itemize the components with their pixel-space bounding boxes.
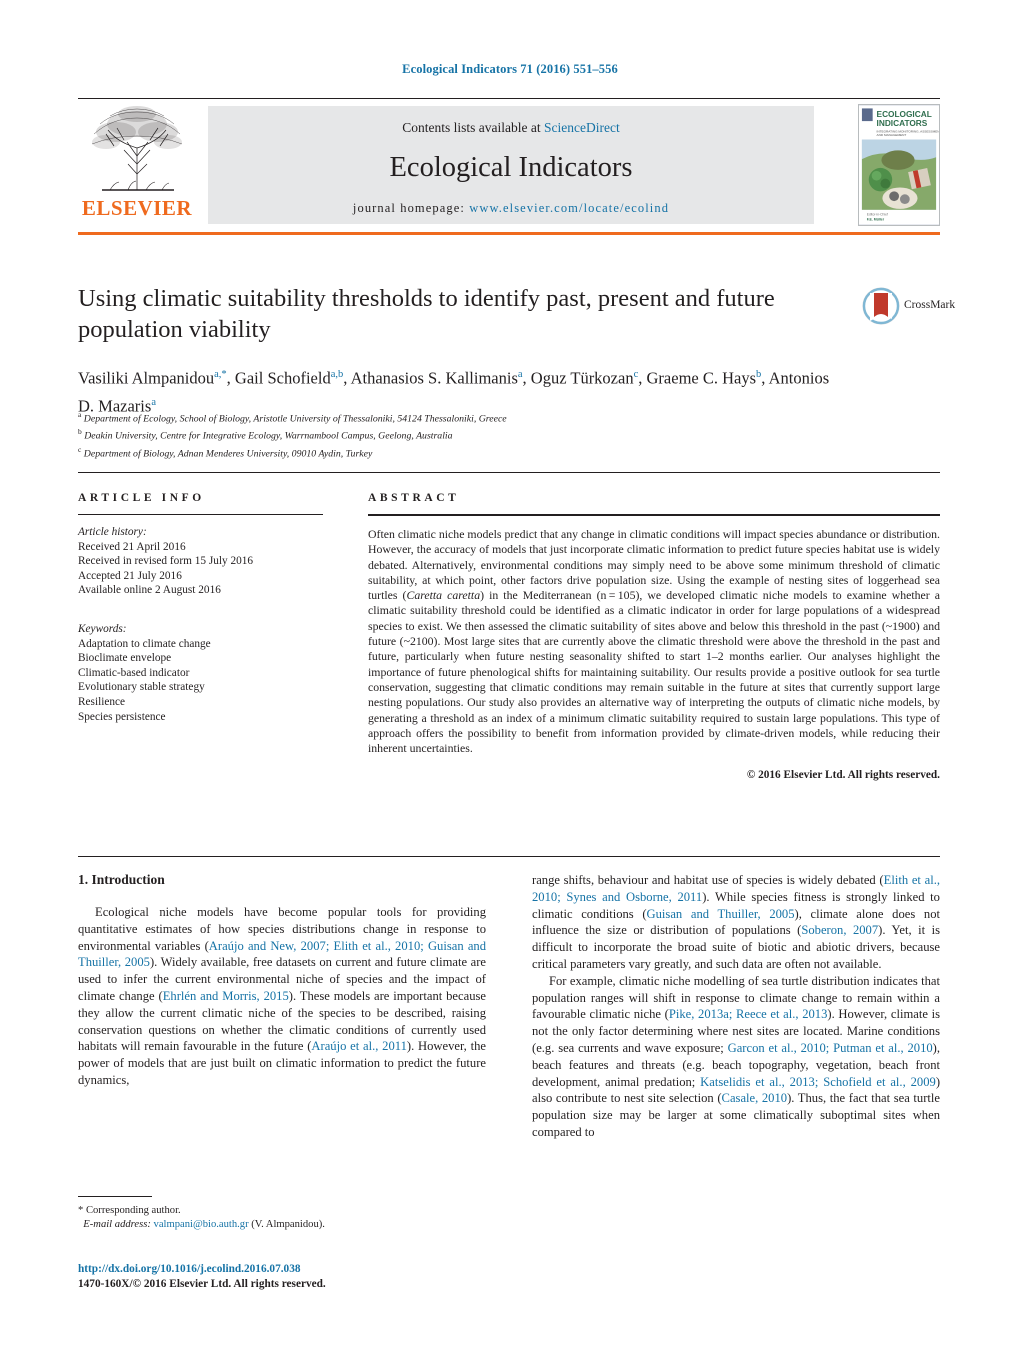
history-item: Available online 2 August 2016: [78, 584, 221, 597]
journal-homepage-line: journal homepage: www.elsevier.com/locat…: [208, 201, 814, 216]
journal-masthead: ELSEVIER Contents lists available at Sci…: [78, 104, 940, 226]
abstract-column: ABSTRACT Often climatic niche models pre…: [368, 492, 940, 781]
info-top-rule: [78, 472, 940, 473]
section-heading-introduction: 1. Introduction: [78, 872, 165, 887]
keyword-item: Resilience: [78, 695, 126, 708]
keyword-item: Evolutionary stable strategy: [78, 681, 205, 694]
doi-link[interactable]: http://dx.doi.org/10.1016/j.ecolind.2016…: [78, 1262, 578, 1277]
elsevier-logo: ELSEVIER: [78, 104, 196, 226]
article-info-column: ARTICLE INFO Article history: Received 2…: [78, 492, 323, 724]
homepage-prefix: journal homepage:: [352, 201, 470, 215]
svg-text:INDICATORS: INDICATORS: [877, 118, 928, 128]
page-title: Using climatic suitability thresholds to…: [78, 285, 775, 343]
intro-paragraph-2: range shifts, behaviour and habitat use …: [532, 873, 940, 971]
svg-text:Editor-in-Chief: Editor-in-Chief: [867, 213, 888, 217]
svg-text:AND MANAGEMENT: AND MANAGEMENT: [877, 133, 907, 137]
affiliation-list: a Department of Ecology, School of Biolo…: [78, 408, 778, 460]
keyword-item: Climatic-based indicator: [78, 666, 190, 679]
footnote-separator: [78, 1196, 152, 1197]
sciencedirect-link[interactable]: ScienceDirect: [544, 120, 620, 135]
affiliation-text: Deakin University, Centre for Integrativ…: [84, 430, 453, 442]
affiliation-item: a Department of Ecology, School of Biolo…: [78, 408, 778, 425]
article-history-label: Article history:: [78, 526, 147, 538]
crossmark-label: CrossMark: [904, 299, 956, 311]
footer-identifiers: http://dx.doi.org/10.1016/j.ecolind.2016…: [78, 1262, 578, 1292]
elsevier-tree-icon: [91, 106, 183, 191]
body-top-rule: [78, 856, 940, 857]
elsevier-wordmark: ELSEVIER: [81, 196, 193, 220]
affiliation-item: c Department of Biology, Adnan Menderes …: [78, 443, 778, 460]
keyword-item: Species persistence: [78, 710, 166, 723]
body-left-column: 1. Introduction Ecological niche models …: [78, 872, 486, 1089]
keyword-item: Adaptation to climate change: [78, 637, 211, 650]
corresponding-author-footnote: * Corresponding author. E-mail address: …: [78, 1196, 486, 1232]
abstract-heading: ABSTRACT: [368, 492, 460, 504]
masthead-center-panel: Contents lists available at ScienceDirec…: [208, 106, 814, 224]
affiliation-marker: b: [78, 427, 82, 437]
contents-available-line: Contents lists available at ScienceDirec…: [208, 120, 814, 136]
crossmark-icon[interactable]: [862, 287, 900, 325]
svg-text:F.E. Müller: F.E. Müller: [867, 218, 885, 222]
email-label: E-mail address:: [83, 1219, 151, 1230]
journal-homepage-link[interactable]: www.elsevier.com/locate/ecolind: [469, 201, 669, 215]
running-head: Ecological Indicators 71 (2016) 551–556: [402, 62, 618, 76]
history-item: Received in revised form 15 July 2016: [78, 555, 254, 568]
contents-prefix: Contents lists available at: [402, 120, 544, 135]
history-item: Received 21 April 2016: [78, 540, 186, 553]
corresponding-author-line: * Corresponding author.: [78, 1205, 181, 1216]
article-history: Article history: Received 21 April 2016 …: [78, 525, 323, 598]
title-block: Using climatic suitability thresholds to…: [78, 283, 838, 418]
paper-page: Ecological Indicators 71 (2016) 551–556: [0, 0, 1020, 1351]
email-line: E-mail address: valmpani@bio.auth.gr (V.…: [78, 1218, 486, 1232]
body-right-column: range shifts, behaviour and habitat use …: [532, 872, 940, 1141]
article-info-heading: ARTICLE INFO: [78, 492, 205, 504]
journal-cover-image: ECOLOGICAL INDICATORS INTEGRATING MONITO…: [859, 105, 939, 225]
affiliation-text: Department of Ecology, School of Biology…: [83, 413, 507, 425]
email-owner: (V. Almpanidou).: [251, 1219, 325, 1230]
keywords-label: Keywords:: [78, 622, 127, 635]
keyword-list: Keywords: Adaptation to climate change B…: [78, 622, 323, 724]
abstract-text: Often climatic niche models predict that…: [368, 527, 940, 756]
keyword-item: Bioclimate envelope: [78, 652, 172, 665]
article-info-rule: [78, 514, 323, 515]
intro-paragraph-1: Ecological niche models have become popu…: [78, 905, 487, 1087]
affiliation-item: b Deakin University, Centre for Integrat…: [78, 425, 778, 442]
issn-copyright-line: 1470-160X/© 2016 Elsevier Ltd. All right…: [78, 1278, 326, 1290]
abstract-copyright: © 2016 Elsevier Ltd. All rights reserved…: [746, 769, 940, 782]
affiliation-marker: a: [78, 410, 82, 419]
journal-title: Ecological Indicators: [389, 152, 633, 183]
history-item: Accepted 21 July 2016: [78, 569, 182, 582]
abstract-rule: [368, 514, 940, 516]
journal-cover-thumbnail: ECOLOGICAL INDICATORS INTEGRATING MONITO…: [858, 104, 940, 226]
affiliation-marker: c: [78, 444, 82, 454]
intro-paragraph-3: For example, climatic niche modelling of…: [532, 973, 941, 1139]
masthead-top-rule: [78, 98, 940, 99]
affiliation-text: Department of Biology, Adnan Menderes Un…: [83, 448, 373, 460]
masthead-orange-rule: [78, 232, 940, 235]
crossmark-badge-container[interactable]: CrossMark: [862, 287, 958, 327]
email-link[interactable]: valmpani@bio.auth.gr: [154, 1219, 249, 1230]
